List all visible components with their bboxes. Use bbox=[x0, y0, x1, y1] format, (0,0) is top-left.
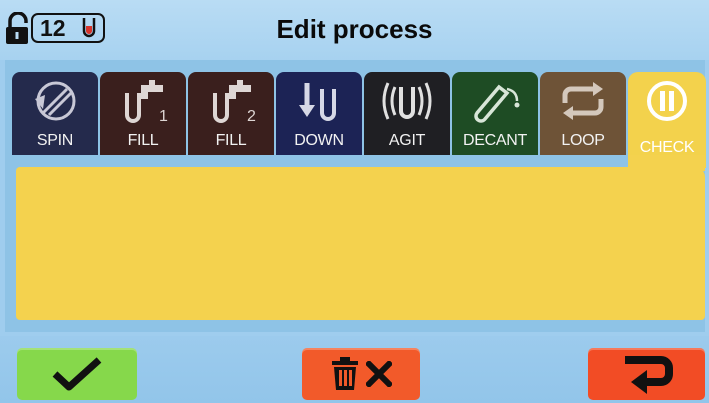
tab-fill-1[interactable]: 1 FILL bbox=[100, 72, 186, 155]
step-tabs: SPIN 1 FILL 2 FILL DOWN AGIT DECANT LOOP… bbox=[12, 72, 706, 168]
tab-loop-label: LOOP bbox=[561, 132, 605, 149]
decant-icon bbox=[474, 84, 520, 123]
return-arrow-icon bbox=[624, 356, 673, 394]
pause-icon bbox=[647, 81, 687, 121]
loop-icon bbox=[562, 82, 604, 120]
fill-badge-1: 1 bbox=[159, 108, 168, 125]
agitate-icon bbox=[382, 82, 432, 120]
return-button[interactable] bbox=[588, 348, 705, 400]
fill-tap-icon: 2 bbox=[213, 80, 256, 125]
confirm-button[interactable] bbox=[17, 348, 137, 400]
delete-button[interactable] bbox=[302, 348, 420, 400]
page-title: Edit process bbox=[276, 14, 433, 44]
checkmark-icon bbox=[52, 357, 102, 391]
trash-icon bbox=[332, 357, 358, 390]
tab-decant-label: DECANT bbox=[463, 132, 527, 149]
header-bar: 12 Edit process bbox=[0, 0, 709, 60]
tab-fill-1-label: FILL bbox=[127, 132, 159, 149]
tab-agit[interactable]: AGIT bbox=[364, 72, 450, 155]
fill-tap-icon: 1 bbox=[125, 80, 168, 125]
tab-down[interactable]: DOWN bbox=[276, 72, 362, 155]
tab-loop[interactable]: LOOP bbox=[540, 72, 626, 155]
tab-down-label: DOWN bbox=[294, 132, 344, 149]
step-content-area[interactable] bbox=[16, 167, 705, 320]
tab-check[interactable]: CHECK bbox=[628, 72, 706, 168]
tab-spin[interactable]: SPIN bbox=[12, 72, 98, 155]
tab-fill-2-label: FILL bbox=[215, 132, 247, 149]
down-icon bbox=[299, 83, 336, 121]
tab-fill-2[interactable]: 2 FILL bbox=[188, 72, 274, 155]
tab-decant[interactable]: DECANT bbox=[452, 72, 538, 155]
tab-agit-label: AGIT bbox=[388, 132, 426, 149]
spin-icon bbox=[35, 81, 76, 121]
tab-spin-label: SPIN bbox=[36, 132, 74, 149]
fill-badge-2: 2 bbox=[247, 108, 256, 125]
close-icon bbox=[366, 361, 392, 387]
